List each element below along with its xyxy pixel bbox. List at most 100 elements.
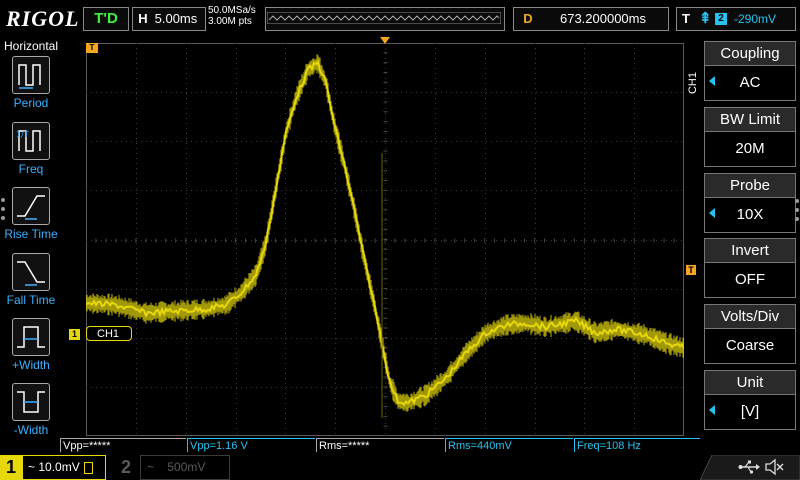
plus-width-icon (12, 318, 50, 356)
page-dot (1, 216, 5, 220)
horizontal-timebase[interactable]: H 5.00ms (132, 7, 206, 31)
ch1-label-tag: CH1 (86, 326, 132, 341)
plus-width-label: +Width (12, 358, 50, 372)
measure-fall-time-button[interactable]: Fall Time (0, 253, 62, 315)
invert-softkey[interactable]: Invert OFF (704, 238, 796, 300)
freq-icon: 1/T (12, 122, 50, 160)
acquisition-info: 50.0MSa/s 3.00M pts (208, 5, 256, 27)
coupling-value-box: AC (704, 65, 796, 101)
page-dot (795, 199, 799, 203)
minus-width-label: -Width (13, 423, 49, 437)
ch2-number[interactable]: 2 (112, 455, 140, 480)
ch1-trace-line (86, 59, 684, 407)
page-dot (795, 208, 799, 212)
invert-value: OFF (735, 271, 765, 288)
measure-freq-button[interactable]: 1/T Freq (0, 122, 62, 184)
trigger-prefix: T (682, 11, 690, 26)
ch1-number[interactable]: 1 (0, 455, 22, 480)
measure-menu-title: Horizontal (3, 39, 59, 53)
trigger-status: T'D (83, 7, 129, 31)
coupling-title: Coupling (704, 41, 796, 65)
probe-value-box: 10X (704, 197, 796, 233)
ch1-trace (86, 54, 684, 418)
bw-limit-title: BW Limit (704, 107, 796, 131)
volts-div-value-box: Coarse (704, 328, 796, 364)
sample-rate: 50.0MSa/s (208, 5, 256, 16)
trigger-settings[interactable]: T ⇞ 2 -290mV (676, 7, 796, 31)
invert-title: Invert (704, 238, 796, 262)
svg-text:1/T: 1/T (16, 130, 29, 139)
unit-softkey[interactable]: Unit [V] (704, 370, 796, 432)
channel-bar: 1 ~ 10.0mV 2 ~ 500mV (0, 455, 800, 480)
freq-label: Freq (18, 162, 44, 176)
fall-time-icon (12, 253, 50, 291)
probe-softkey[interactable]: Probe 10X (704, 173, 796, 235)
ch1-offset-marker[interactable]: 1 (69, 329, 80, 340)
measure-minus-width-button[interactable]: -Width (0, 383, 62, 445)
memory-depth: 3.00M pts (208, 16, 252, 27)
bw-limit-value: 20M (735, 140, 765, 157)
fall-time-label: Fall Time (6, 293, 56, 307)
probe-value: 10X (736, 206, 764, 223)
trigger-level: -290mV (734, 12, 777, 26)
page-dot (795, 217, 799, 221)
coupling-softkey[interactable]: Coupling AC (704, 41, 796, 103)
measure-menu: Horizontal Period 1/T Freq Rise Time Fal… (0, 37, 62, 455)
left-arrow-icon (709, 405, 715, 415)
minus-width-icon (12, 383, 50, 421)
measurement-bar: Vpp=***** Vpp=1.16 V Rms=***** Rms=440mV… (60, 438, 700, 452)
delay-offset[interactable]: D 673.200000ms (513, 7, 669, 31)
volts-div-softkey[interactable]: Volts/Div Coarse (704, 304, 796, 366)
bw-limit-value-box: 20M (704, 131, 796, 167)
unit-value-box: [V] (704, 394, 796, 430)
volts-div-title: Volts/Div (704, 304, 796, 328)
brand-logo: RIGOL (6, 6, 80, 31)
trigger-position-marker: T (86, 43, 98, 53)
trigger-edge-icon: ⇞ (699, 10, 712, 27)
measurement-item[interactable]: Freq=108 Hz (574, 438, 700, 452)
period-label: Period (13, 96, 49, 110)
rise-time-icon (12, 187, 50, 225)
left-arrow-icon (709, 76, 715, 86)
measure-plus-width-button[interactable]: +Width (0, 318, 62, 380)
unit-value: [V] (740, 403, 760, 420)
measurement-item[interactable]: Rms=440mV (445, 438, 573, 452)
menu-channel-label: CH1 (687, 72, 699, 95)
ch2-coupling-icon: ~ (147, 460, 155, 474)
timebase-value: 5.00ms (154, 11, 198, 26)
unit-title: Unit (704, 370, 796, 394)
left-arrow-icon (709, 208, 715, 218)
volts-div-value: Coarse (725, 337, 775, 354)
trigger-source: 2 (715, 13, 727, 25)
measurement-item[interactable]: Vpp=1.16 V (187, 438, 315, 452)
delay-value: 673.200000ms (559, 11, 646, 26)
period-icon (12, 56, 50, 94)
delay-prefix: D (523, 11, 533, 26)
trigger-level-marker[interactable]: T (686, 265, 696, 275)
measurement-item[interactable]: Vpp=***** (60, 438, 186, 452)
channel-menu: Coupling AC BW Limit 20M Probe 10X Inver… (700, 37, 800, 455)
usb-icon (738, 460, 760, 474)
status-bar: RIGOL T'D H 5.00ms 50.0MSa/s 3.00M pts D… (0, 0, 800, 37)
coupling-value: AC (739, 74, 761, 91)
horizontal-trigger-marker[interactable] (380, 37, 390, 44)
ch2-scale-box[interactable]: ~ 500mV (140, 455, 230, 480)
bandwidth-limit-icon (83, 461, 93, 474)
speaker-muted-icon[interactable] (764, 458, 784, 476)
page-dot (1, 207, 5, 211)
ch1-scale: ~ 10.0mV (28, 460, 80, 474)
measure-period-button[interactable]: Period (0, 56, 62, 118)
bw-limit-softkey[interactable]: BW Limit 20M (704, 107, 796, 169)
ch1-scale-box[interactable]: ~ 10.0mV (22, 455, 106, 480)
waveform-overview-icon (267, 12, 501, 24)
horizontal-prefix: H (138, 11, 148, 26)
page-dot (1, 198, 5, 202)
waveform-display[interactable] (86, 43, 684, 436)
measurement-item[interactable]: Rms=***** (316, 438, 444, 452)
ch2-scale: 500mV (167, 460, 206, 474)
probe-title: Probe (704, 173, 796, 197)
measure-rise-time-button[interactable]: Rise Time (0, 187, 62, 249)
rise-time-label: Rise Time (4, 227, 58, 241)
memory-overview (265, 7, 505, 31)
invert-value-box: OFF (704, 262, 796, 298)
